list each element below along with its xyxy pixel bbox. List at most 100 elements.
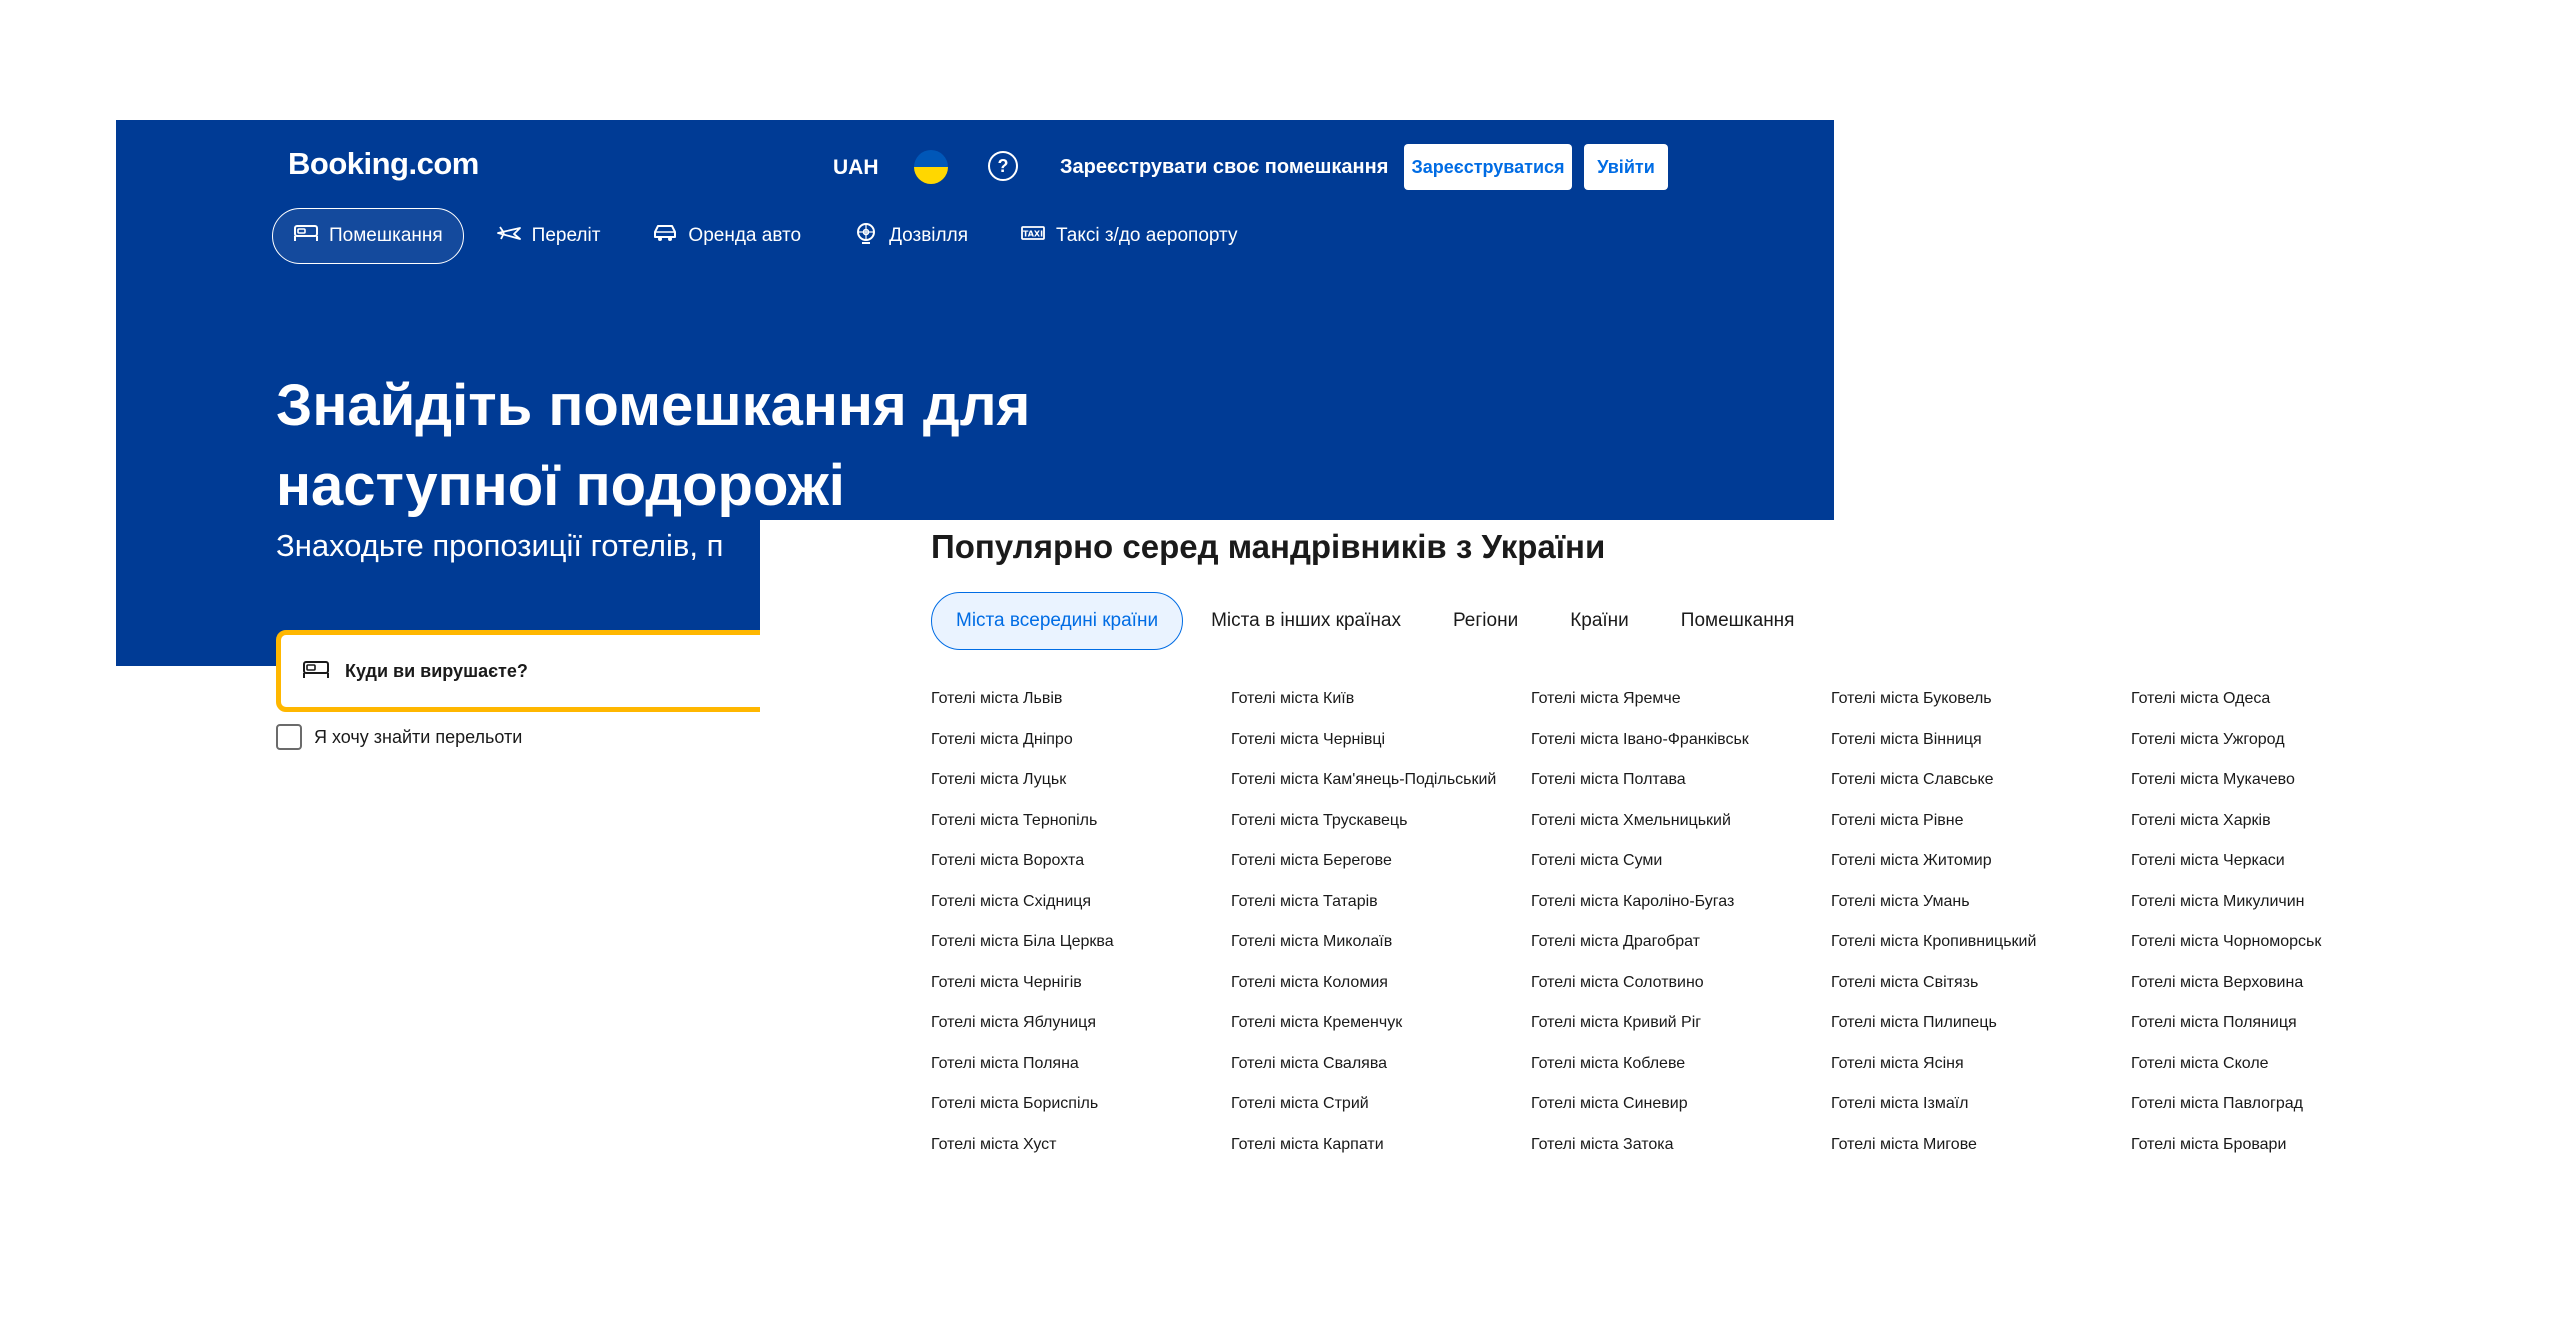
tab-label: Дозвілля [889,225,968,246]
popular-city-link[interactable]: Готелі міста Київ [1231,690,1531,731]
tab-label: Переліт [531,225,601,246]
tab-airport-taxi[interactable]: TAXI Таксі з/до аеропорту [1000,208,1257,264]
flights-checkbox-label: Я хочу знайти перельоти [314,726,523,747]
register-button[interactable]: Зареєструватися [1404,144,1572,190]
popular-city-link[interactable]: Готелі міста Буковель [1831,690,2131,731]
popular-city-link[interactable]: Готелі міста Умань [1831,893,2131,934]
popular-city-link[interactable]: Готелі міста Бровари [2131,1136,2431,1177]
popular-city-link[interactable]: Готелі міста Ізмаїл [1831,1095,2131,1136]
flights-checkbox-row[interactable]: Я хочу знайти перельоти [276,724,522,750]
popular-city-link[interactable]: Готелі міста Біла Церква [931,933,1231,974]
popular-city-link[interactable]: Готелі міста Поляна [931,1055,1231,1096]
popular-city-link[interactable]: Готелі міста Кременчук [1231,1014,1531,1055]
popular-city-link[interactable]: Готелі міста Драгобрат [1531,933,1831,974]
booking-logo[interactable]: Booking.com [288,146,479,182]
popular-city-link[interactable]: Готелі міста Чернігів [931,974,1231,1015]
popular-city-link[interactable]: Готелі міста Затока [1531,1136,1831,1177]
hero-title-line: наступної подорожі [276,453,845,518]
popular-city-link[interactable]: Готелі міста Чорноморськ [2131,933,2431,974]
popular-city-link[interactable]: Готелі міста Славське [1831,771,2131,812]
popular-city-link[interactable]: Готелі міста Синевир [1531,1095,1831,1136]
tab-label: Оренда авто [688,225,802,246]
tab-label: Помешкання [329,225,443,246]
list-property-link[interactable]: Зареєструвати своє помешкання [1060,156,1388,179]
popular-city-link[interactable]: Готелі міста Пилипець [1831,1014,2131,1055]
attractions-icon [853,222,879,250]
popular-city-link[interactable]: Готелі міста Солотвино [1531,974,1831,1015]
popular-city-link[interactable]: Готелі міста Свалява [1231,1055,1531,1096]
popular-city-link[interactable]: Готелі міста Коломия [1231,974,1531,1015]
help-icon[interactable]: ? [988,151,1018,181]
popular-city-link[interactable]: Готелі міста Полтава [1531,771,1831,812]
popular-city-link[interactable]: Готелі міста Коблеве [1531,1055,1831,1096]
popular-city-link[interactable]: Готелі міста Павлоград [2131,1095,2431,1136]
popular-city-link[interactable]: Готелі міста Стрий [1231,1095,1531,1136]
popular-city-link[interactable]: Готелі міста Кропивницький [1831,933,2131,974]
popular-city-link[interactable]: Готелі міста Мукачево [2131,771,2431,812]
popular-city-link[interactable]: Готелі міста Верховина [2131,974,2431,1015]
bed-icon [293,222,319,250]
tab-attractions[interactable]: Дозвілля [833,208,988,264]
popular-city-link[interactable]: Готелі міста Східниця [931,893,1231,934]
popular-city-link[interactable]: Готелі міста Микуличин [2131,893,2431,934]
hero-subtitle: Знаходьте пропозиції готелів, п [276,528,724,563]
hero-title: Знайдіть помешкання для наступної подоро… [276,366,1176,526]
popular-city-link[interactable]: Готелі міста Хмельницький [1531,812,1831,853]
popular-links-grid: Готелі міста Львів Готелі міста Київ Готел… [931,690,2431,1176]
popular-city-link[interactable]: Готелі міста Мигове [1831,1136,2131,1177]
popular-city-link[interactable]: Готелі міста Бориспіль [931,1095,1231,1136]
popular-city-link[interactable]: Готелі міста Луцьк [931,771,1231,812]
popular-city-link[interactable]: Готелі міста Ворохта [931,852,1231,893]
login-button[interactable]: Увійти [1584,144,1668,190]
tab-flights[interactable]: Переліт [476,208,621,264]
plane-icon [496,222,522,250]
popular-city-link[interactable]: Готелі міста Сколе [2131,1055,2431,1096]
bed-icon [301,657,331,686]
popular-title: Популярно серед мандрівників з України [931,528,1606,565]
popular-city-link[interactable]: Готелі міста Одеса [2131,690,2431,731]
popular-city-link[interactable]: Готелі міста Чернівці [1231,731,1531,772]
popular-city-link[interactable]: Готелі міста Кам'янець-Подільський [1231,771,1531,812]
popular-city-link[interactable]: Готелі міста Яблуниця [931,1014,1231,1055]
popular-city-link[interactable]: Готелі міста Трускавець [1231,812,1531,853]
tab-properties[interactable]: Помешкання [1657,592,1819,650]
tab-car-rental[interactable]: Оренда авто [632,208,821,264]
popular-city-link[interactable]: Готелі міста Карпати [1231,1136,1531,1177]
popular-city-link[interactable]: Готелі міста Ясіня [1831,1055,2131,1096]
popular-city-link[interactable]: Готелі міста Рівне [1831,812,2131,853]
popular-city-link[interactable]: Готелі міста Світязь [1831,974,2131,1015]
popular-city-link[interactable]: Готелі міста Поляниця [2131,1014,2431,1055]
popular-city-link[interactable]: Готелі міста Івано-Франківськ [1531,731,1831,772]
currency-button[interactable]: UAH [833,156,879,180]
popular-city-link[interactable]: Готелі міста Ужгород [2131,731,2431,772]
popular-city-link[interactable]: Готелі міста Яремче [1531,690,1831,731]
popular-city-link[interactable]: Готелі міста Миколаїв [1231,933,1531,974]
popular-city-link[interactable]: Готелі міста Житомир [1831,852,2131,893]
popular-city-link[interactable]: Готелі міста Тернопіль [931,812,1231,853]
svg-text:TAXI: TAXI [1023,230,1043,239]
tab-domestic-cities[interactable]: Міста всередині країни [931,592,1184,650]
popular-city-link[interactable]: Готелі міста Харків [2131,812,2431,853]
popular-city-link[interactable]: Готелі міста Хуст [931,1136,1231,1177]
popular-city-link[interactable]: Готелі міста Черкаси [2131,852,2431,893]
taxi-icon: TAXI [1020,222,1046,250]
flights-checkbox[interactable] [276,724,302,750]
tab-international-cities[interactable]: Міста в інших країнах [1187,592,1425,650]
tab-label: Таксі з/до аеропорту [1056,225,1238,246]
product-nav: Помешкання Переліт Оренда авто Дозвілля … [272,208,1269,264]
popular-city-link[interactable]: Готелі міста Вінниця [1831,731,2131,772]
popular-city-link[interactable]: Готелі міста Берегове [1231,852,1531,893]
tab-stays[interactable]: Помешкання [272,208,464,264]
popular-city-link[interactable]: Готелі міста Дніпро [931,731,1231,772]
hero-title-line: Знайдіть помешкання для [276,373,1031,438]
search-placeholder: Куди ви вирушаєте? [345,660,528,681]
popular-city-link[interactable]: Готелі міста Суми [1531,852,1831,893]
ukraine-flag-icon[interactable] [914,150,948,184]
tab-countries[interactable]: Країни [1546,592,1653,650]
popular-city-link[interactable]: Готелі міста Кароліно-Бугаз [1531,893,1831,934]
popular-tabs: Міста всередині країни Міста в інших кра… [931,592,1822,650]
tab-regions[interactable]: Регіони [1429,592,1542,650]
popular-city-link[interactable]: Готелі міста Кривий Ріг [1531,1014,1831,1055]
popular-city-link[interactable]: Готелі міста Львів [931,690,1231,731]
popular-city-link[interactable]: Готелі міста Татарів [1231,893,1531,934]
